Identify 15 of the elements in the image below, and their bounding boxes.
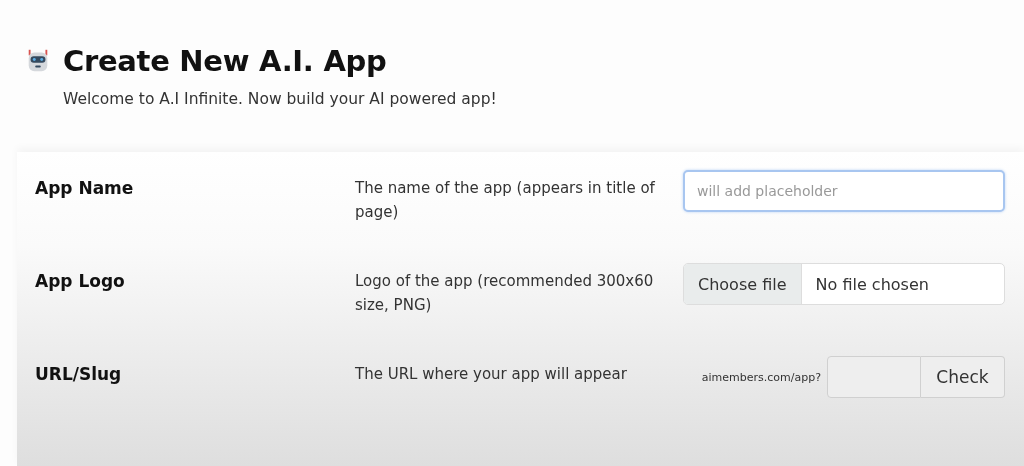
page-title: Create New A.I. App — [63, 44, 388, 78]
choose-file-button[interactable]: Choose file — [684, 264, 802, 304]
page-subtitle: Welcome to A.I Infinite. Now build your AI powered app! — [63, 90, 497, 108]
check-button[interactable]: Check — [921, 356, 1005, 398]
field-label: URL/Slug — [35, 363, 123, 384]
field-description: Logo of the app (recommended 300x60 size, PNG) — [355, 271, 655, 316]
field-label: App Logo — [35, 270, 126, 291]
file-status: No file chosen — [814, 273, 930, 296]
url-prefix: aimembers.com/app? — [701, 370, 821, 384]
slug-field[interactable] — [827, 356, 921, 398]
file-picker[interactable]: Choose file No file chosen — [683, 263, 1005, 305]
field-label: App Name — [35, 177, 135, 198]
field-description: The URL where your app will appear — [355, 364, 628, 385]
field-description: The name of the app (appears in title of page) — [355, 178, 656, 223]
input-field[interactable]: will add placeholder — [683, 170, 1005, 212]
